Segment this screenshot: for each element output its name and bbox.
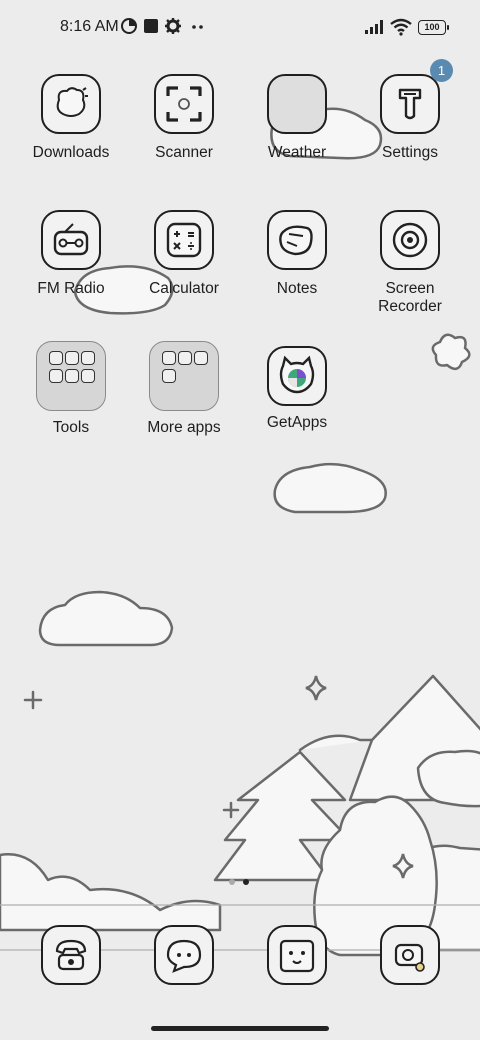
notification-badge: 1 (430, 59, 453, 82)
app-label: Calculator (149, 280, 219, 297)
app-scanner[interactable]: Scanner (129, 74, 239, 162)
status-bar: 8:16 AM 100 (0, 0, 480, 56)
cloud-shape (273, 462, 387, 514)
cloud-shape (38, 590, 174, 647)
phone-icon (55, 939, 87, 971)
radio-icon (41, 210, 101, 270)
folder-icon (149, 341, 219, 411)
battery-icon: 100 (418, 20, 449, 35)
notes-icon (267, 210, 327, 270)
app-screen-recorder[interactable]: Screen Recorder (355, 210, 465, 316)
dock-browser[interactable] (380, 925, 440, 985)
messages-icon (166, 939, 202, 973)
home-indicator[interactable] (151, 1026, 329, 1031)
app-weather[interactable]: Weather (242, 74, 352, 162)
gear-icon (165, 18, 181, 34)
dock-camera[interactable] (267, 925, 327, 985)
screen-recorder-icon (380, 210, 440, 270)
weather-icon (267, 74, 327, 134)
app-label: Notes (276, 280, 318, 297)
app-calculator[interactable]: Calculator (129, 210, 239, 298)
browser-icon (394, 943, 425, 972)
app-label: Settings (381, 144, 438, 161)
app-label: Weather (267, 144, 327, 161)
flower-cloud (431, 333, 471, 371)
wifi-icon (390, 18, 412, 36)
app-label: GetApps (266, 414, 328, 431)
folder-tools[interactable]: Tools (16, 341, 126, 437)
square-app-icon (144, 19, 158, 33)
cellular-signal-icon (365, 20, 383, 34)
getapps-icon (267, 346, 327, 406)
app-downloads[interactable]: Downloads (16, 74, 126, 162)
data-saver-icon (121, 18, 137, 34)
dock-phone[interactable] (41, 925, 101, 985)
more-dots-icon (192, 25, 203, 29)
app-getapps[interactable]: GetApps (242, 346, 352, 432)
app-label: Screen Recorder (378, 280, 442, 315)
app-label: Scanner (155, 144, 213, 161)
app-label: Tools (52, 419, 90, 436)
scanner-icon (154, 74, 214, 134)
folder-more-apps[interactable]: More apps (129, 341, 239, 437)
app-label: FM Radio (37, 280, 105, 297)
app-label: More apps (147, 419, 221, 436)
app-notes[interactable]: Notes (242, 210, 352, 298)
dock-messages[interactable] (154, 925, 214, 985)
app-label: Downloads (32, 144, 110, 161)
calculator-icon (154, 210, 214, 270)
settings-icon (380, 74, 440, 134)
folder-icon (36, 341, 106, 411)
app-fm-radio[interactable]: FM Radio (16, 210, 126, 298)
app-settings[interactable]: Settings (355, 74, 465, 162)
clock: 8:16 AM (60, 18, 119, 35)
camera-icon (279, 939, 315, 973)
downloads-icon (41, 74, 101, 134)
